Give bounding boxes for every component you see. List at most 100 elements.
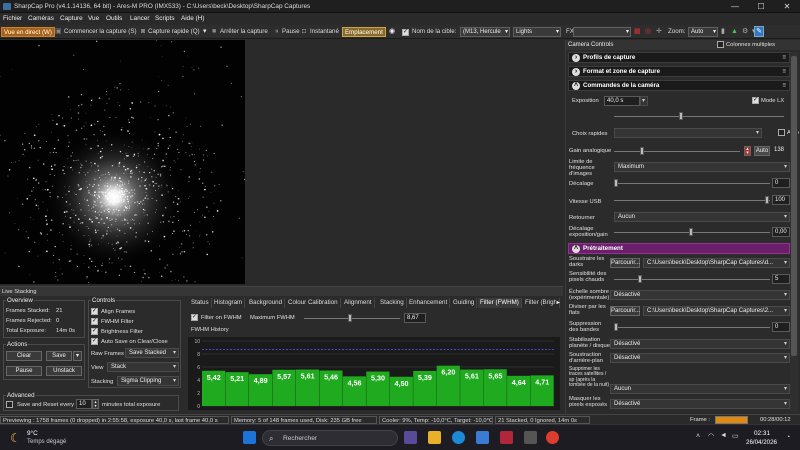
usb-speed-value[interactable]: 100	[772, 195, 790, 205]
record-icon[interactable]: ◉	[389, 27, 395, 37]
save-reset-minutes-input[interactable]: 10	[76, 399, 92, 409]
flats-path-dropdown[interactable]: C:\Users\beck\Desktop\SharpCap Captures\…	[643, 306, 790, 316]
gain-value[interactable]: 138	[772, 146, 790, 156]
target-checkbox[interactable]: ✓	[402, 29, 409, 36]
grid-icon[interactable]: ▦	[634, 27, 641, 37]
quick-choice-dropdown[interactable]	[614, 128, 762, 138]
save-button[interactable]: Save	[46, 351, 72, 361]
crosshair-icon[interactable]: ✛	[656, 27, 662, 37]
volume-icon[interactable]: ◄	[720, 432, 727, 439]
stacking-dropdown[interactable]: Sigma Clipping	[117, 376, 179, 386]
tab-filter-fwhm[interactable]: Filter (FWHM)	[478, 298, 522, 308]
menu-file[interactable]: Fichier	[3, 15, 22, 22]
clock-time[interactable]: 02:31	[754, 430, 770, 437]
image-viewport[interactable]	[0, 40, 245, 284]
menu-tools[interactable]: Outils	[106, 15, 122, 22]
band-suppression-slider[interactable]	[614, 327, 770, 328]
notification-bell-icon[interactable]: ◔	[786, 434, 790, 441]
store-icon[interactable]	[476, 431, 489, 444]
max-fwhm-knob[interactable]	[348, 314, 352, 322]
exposure-gain-offset-knob[interactable]	[689, 228, 693, 236]
autosave-checkbox[interactable]: ✓	[91, 338, 98, 345]
darks-path-dropdown[interactable]: C:\Users\beck\Desktop\SharpCap Captures\…	[643, 258, 790, 268]
weather-icon[interactable]: ☾	[10, 431, 21, 445]
tab-stacking[interactable]: Stacking	[378, 298, 407, 308]
weather-temp[interactable]: 9°C	[27, 430, 38, 437]
app-taskbar-icon[interactable]	[524, 431, 537, 444]
offset-slider[interactable]	[614, 183, 770, 184]
zoom-select[interactable]: Auto	[688, 27, 718, 37]
stack-pause-button[interactable]: Pause	[6, 366, 42, 376]
placement-button[interactable]: Emplacement	[342, 27, 386, 37]
max-fwhm-input[interactable]: 8,67	[404, 313, 426, 323]
offset-value[interactable]: 0	[772, 178, 790, 188]
hot-pixel-value[interactable]: 5	[772, 274, 790, 284]
raw-frames-dropdown[interactable]: Save Stacked	[125, 348, 179, 358]
chevron-down-icon[interactable]: ▾	[203, 27, 207, 37]
section-format[interactable]: › Format et zone de capture ≡	[568, 66, 790, 77]
exposure-gain-offset-value[interactable]: 0,00	[772, 227, 790, 237]
brush-icon[interactable]: ✎	[754, 26, 764, 37]
flip-dropdown[interactable]: Aucun	[614, 212, 790, 222]
fwhm-filter-checkbox[interactable]: ✓	[91, 318, 98, 325]
menu-capture[interactable]: Capture	[60, 15, 83, 22]
menu-launch[interactable]: Lancer	[130, 15, 150, 22]
file-explorer-icon[interactable]	[428, 431, 441, 444]
brightness-filter-checkbox[interactable]: ✓	[91, 328, 98, 335]
satellite-removal-dropdown[interactable]: Aucun	[610, 384, 790, 394]
exposure-dropdown[interactable]	[640, 96, 648, 106]
tab-histogram[interactable]: Histogram	[212, 298, 246, 308]
tab-enhancement[interactable]: Enhancement	[407, 298, 451, 308]
tab-guiding[interactable]: Guiding	[451, 298, 478, 308]
menu-icon[interactable]: ≡	[782, 53, 786, 63]
usb-speed-slider[interactable]	[614, 200, 770, 201]
windows-start-icon[interactable]	[243, 431, 256, 444]
menu-scripts[interactable]: Scripts	[155, 15, 175, 22]
menu-icon[interactable]: ≡	[782, 67, 786, 77]
section-capture-profiles[interactable]: › Profils de capture ≡	[568, 52, 790, 63]
edge-icon[interactable]	[452, 431, 465, 444]
histogram-icon[interactable]: ▮	[721, 27, 725, 37]
task-view-icon[interactable]	[404, 431, 417, 444]
hot-pixel-knob[interactable]	[638, 275, 642, 283]
start-capture-button[interactable]: Commencer la capture (S)	[62, 27, 139, 37]
flats-browse-button[interactable]: Parcourir...	[610, 306, 640, 316]
scrollbar-thumb[interactable]	[791, 56, 797, 356]
band-suppression-knob[interactable]	[614, 323, 618, 331]
clear-button[interactable]: Clear	[6, 351, 42, 361]
exposure-slider-knob[interactable]	[679, 112, 683, 120]
weather-desc[interactable]: Temps dégagé	[27, 439, 66, 445]
gain-stepper[interactable]: ▴ ▾	[744, 146, 751, 156]
fx-select[interactable]	[573, 27, 631, 37]
mask-pixels-dropdown[interactable]: Désactivé	[610, 399, 790, 409]
pause-button[interactable]: Pause	[280, 27, 302, 37]
band-suppression-value[interactable]: 0	[772, 322, 790, 332]
circle-icon[interactable]: ◎	[645, 27, 651, 37]
stabilization-dropdown[interactable]: Désactivé	[610, 339, 790, 349]
align-frames-checkbox[interactable]: ✓	[91, 308, 98, 315]
frame-rate-limit-dropdown[interactable]: Maximum	[614, 162, 790, 172]
filter-on-fwhm-checkbox[interactable]: ✓	[191, 314, 198, 321]
menu-icon[interactable]: ≡	[782, 81, 786, 91]
usb-speed-slider-knob[interactable]	[765, 196, 769, 204]
chrome-icon[interactable]	[546, 431, 559, 444]
gain-slider[interactable]	[614, 151, 740, 152]
menu-view[interactable]: Vue	[88, 15, 99, 22]
maximize-button[interactable]: ☐	[748, 0, 774, 13]
max-fwhm-slider[interactable]	[304, 318, 400, 319]
tab-status[interactable]: Status	[189, 298, 212, 308]
darks-browse-button[interactable]: Parcourir...	[610, 258, 640, 268]
tray-chevron-icon[interactable]: ˄	[696, 433, 700, 440]
dark-scale-dropdown[interactable]: Désactivé	[610, 290, 790, 300]
close-button[interactable]: ✕	[774, 0, 800, 13]
tab-scroll-icon[interactable]: ▸	[557, 299, 560, 306]
tab-alignment[interactable]: Alignment	[342, 298, 375, 308]
tab-filter-brightness[interactable]: Filter (Brigh	[523, 298, 560, 308]
exposure-slider[interactable]	[614, 116, 784, 117]
sharpcap-taskbar-icon[interactable]	[500, 431, 513, 444]
panel-scrollbar[interactable]	[790, 52, 798, 412]
taskbar-search[interactable]: ⌕ Rechercher	[262, 430, 398, 446]
view-dropdown[interactable]: Stack	[107, 362, 179, 372]
clock-date[interactable]: 26/04/2026	[746, 439, 777, 446]
tab-colour-calibration[interactable]: Colour Calibration	[286, 298, 341, 308]
